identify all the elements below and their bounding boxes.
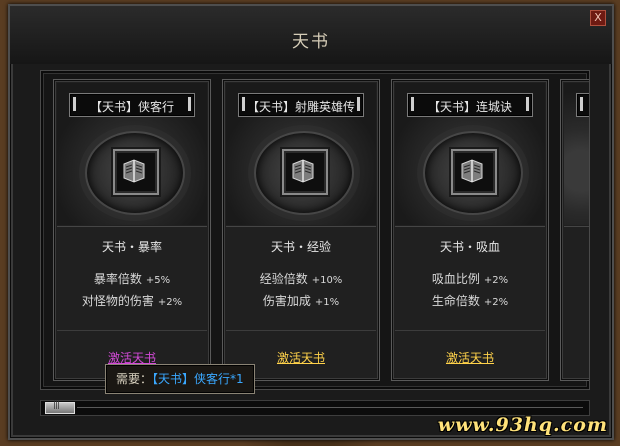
stat-value: +2% [483,297,509,308]
card-title: 【天书】射雕英雄传 [246,100,355,114]
book-card-partial: 【 [560,79,589,381]
stat-row: 伤害加成 +1% [223,292,379,309]
scroll-book-icon [292,159,314,183]
stat-row: 生命倍数 +2% [392,292,548,309]
skill-name: 天书・暴率 [101,240,162,254]
stat-value: +1% [314,297,340,308]
stat-label: 吸血比例 [431,272,480,286]
book-item-slot[interactable] [113,149,159,195]
stat-label: 伤害加成 [262,294,311,308]
divider [395,226,545,227]
card-title: 【天书】连城诀 [427,100,512,114]
tooltip-item: 【天书】侠客行*1 [152,372,244,386]
tooltip-prefix: 需要： [116,372,153,386]
book-card-lianchengjue: 【天书】连城诀 天书・吸血 吸血比例 +2% 生命倍数 +2% 激活天书 [391,79,549,381]
book-card-xiakexing: 【天书】侠客行 天书・暴率 暴率倍数 +5% 对怪物的伤害 +2% 激活天书 [53,79,211,381]
divider [57,226,207,227]
book-item-slot[interactable] [451,149,497,195]
window-title: 天书 [292,32,330,52]
requirement-tooltip: 需要：【天书】侠客行*1 [105,364,255,394]
divider [226,330,376,331]
divider [57,330,207,331]
stat-row: 暴率倍数 +5% [54,270,210,287]
card-title: 【 [583,98,589,115]
divider [226,226,376,227]
stat-label: 对怪物的伤害 [81,294,154,308]
activate-book-link[interactable]: 激活天书 [392,349,548,366]
book-card-shediao: 【天书】射雕英雄传 天书・经验 经验倍数 +10% 伤害加成 +1% 激活天书 [222,79,380,381]
scroll-book-icon [461,159,483,183]
skill-name: 天书・吸血 [439,240,500,254]
card-title-box: 【 [576,93,589,117]
scroll-track [77,407,583,408]
stat-value: +5% [145,275,171,286]
close-icon[interactable]: X [590,10,606,26]
tianshu-window: 天书 X 【天书】侠客行 天书・暴率 暴率倍数 +5% 对怪物的伤害 +2% 激… [8,4,614,440]
card-list: 【天书】侠客行 天书・暴率 暴率倍数 +5% 对怪物的伤害 +2% 激活天书 【… [40,70,590,390]
card-header: 【天书】侠客行 [57,83,207,225]
skill-name: 天书・经验 [270,240,331,254]
scroll-book-icon [123,159,145,183]
divider [564,226,589,227]
stat-row: 吸血比例 +2% [392,270,548,287]
title-bar[interactable]: 天书 X [10,6,612,64]
card-header: 【 [564,83,589,225]
stat-row: 对怪物的伤害 +2% [54,292,210,309]
card-header: 【天书】射雕英雄传 [226,83,376,225]
card-title-box: 【天书】射雕英雄传 [238,93,364,117]
book-item-slot[interactable] [282,149,328,195]
card-title-box: 【天书】侠客行 [69,93,195,117]
stat-value: +2% [483,275,509,286]
stat-label: 经验倍数 [259,272,308,286]
stat-label: 生命倍数 [431,294,480,308]
stat-value: +2% [157,297,183,308]
stat-label: 暴率倍数 [93,272,142,286]
card-header: 【天书】连城诀 [395,83,545,225]
card-title: 【天书】侠客行 [89,100,174,114]
stat-value: +10% [311,275,343,286]
site-watermark: www.93hq.com [437,414,608,436]
scroll-thumb[interactable] [45,400,75,414]
card-title-box: 【天书】连城诀 [407,93,533,117]
stat-row: 经验倍数 +10% [223,270,379,287]
divider [395,330,545,331]
